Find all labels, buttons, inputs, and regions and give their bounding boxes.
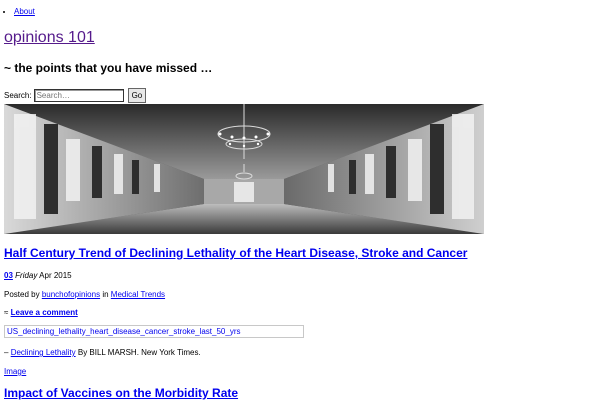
credit-text: By BILL MARSH. New York Times. [77, 348, 201, 357]
category-link[interactable]: Medical Trends [111, 290, 165, 299]
nav-item-about: About [14, 7, 35, 16]
post-byline: Posted by bunchofopinions in Medical Tre… [4, 290, 165, 299]
site-description: ~ the points that you have missed … [4, 61, 213, 75]
top-nav: About [14, 7, 35, 16]
post-title: Half Century Trend of Declining Lethalit… [4, 246, 467, 260]
post-title-link[interactable]: Half Century Trend of Declining Lethalit… [4, 246, 467, 260]
site-title: opinions 101 [4, 29, 95, 47]
post-format: Image [4, 367, 26, 376]
credit-dash: – [4, 348, 9, 357]
declining-lethality-link[interactable]: Declining Lethality [11, 348, 76, 357]
broken-image-alt[interactable]: US_declining_lethality_heart_disease_can… [4, 325, 304, 338]
comment-line: ≈ Leave a comment [4, 308, 78, 317]
post-date-month-year: Apr 2015 [39, 271, 72, 280]
post-title-link[interactable]: Impact of Vaccines on the Morbidity Rate [4, 386, 238, 400]
author-link[interactable]: bunchofopinions [42, 290, 100, 299]
post-date-day-link[interactable]: 03 [4, 271, 13, 280]
search-input[interactable] [33, 89, 124, 102]
search-form: Search: Go [4, 88, 147, 103]
search-go-button[interactable]: Go [127, 88, 147, 103]
search-label: Search: [4, 91, 32, 100]
header-banner-image [4, 104, 484, 234]
image-credit: – Declining Lethality By BILL MARSH. New… [4, 348, 201, 357]
image-format-link[interactable]: Image [4, 367, 26, 376]
about-link[interactable]: About [14, 7, 35, 16]
post-date-weekday: Friday [15, 271, 38, 280]
leave-comment-link[interactable]: Leave a comment [11, 308, 78, 317]
site-title-link[interactable]: opinions 101 [4, 29, 95, 46]
comment-bullet: ≈ [4, 308, 9, 317]
byline-prefix: Posted by [4, 290, 40, 299]
byline-in: in [102, 290, 109, 299]
post-date: 03 Friday Apr 2015 [4, 271, 72, 280]
post-title: Impact of Vaccines on the Morbidity Rate [4, 386, 238, 400]
